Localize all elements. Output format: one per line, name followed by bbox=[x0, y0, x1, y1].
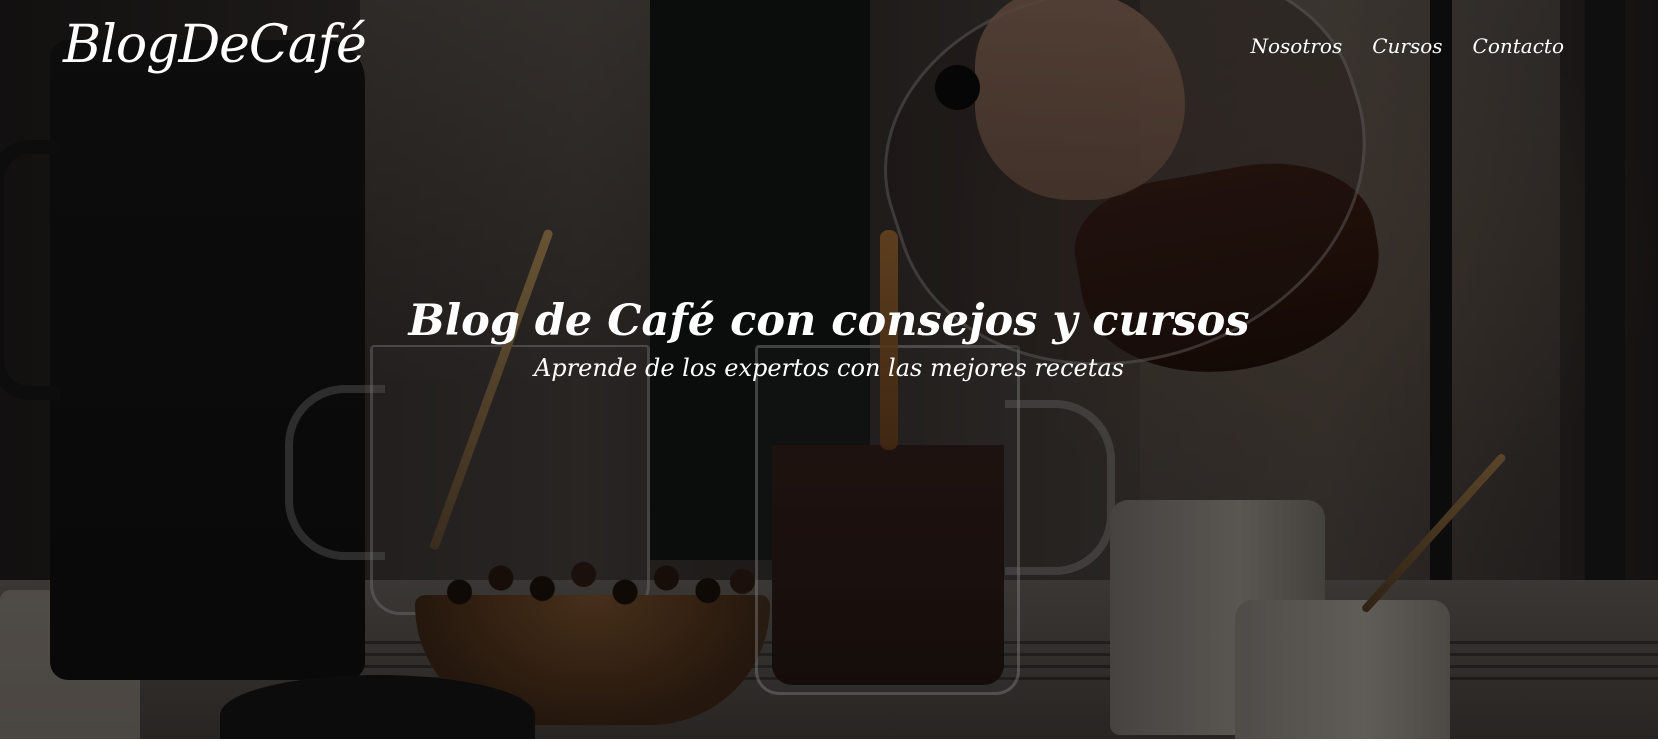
hero-section: BlogDeCafé Nosotros Cursos Contacto Blog… bbox=[0, 0, 1658, 739]
site-header: BlogDeCafé Nosotros Cursos Contacto bbox=[0, 0, 1658, 110]
main-nav: Nosotros Cursos Contacto bbox=[1250, 34, 1564, 58]
nav-link-cursos[interactable]: Cursos bbox=[1372, 34, 1442, 58]
site-logo[interactable]: BlogDeCafé bbox=[63, 14, 367, 76]
hero-content: Blog de Café con consejos y cursos Apren… bbox=[0, 296, 1658, 382]
hero-subtitle: Aprende de los expertos con las mejores … bbox=[533, 353, 1125, 382]
hero-title: Blog de Café con consejos y cursos bbox=[408, 296, 1250, 346]
nav-link-contacto[interactable]: Contacto bbox=[1473, 34, 1564, 58]
nav-link-nosotros[interactable]: Nosotros bbox=[1250, 34, 1342, 58]
